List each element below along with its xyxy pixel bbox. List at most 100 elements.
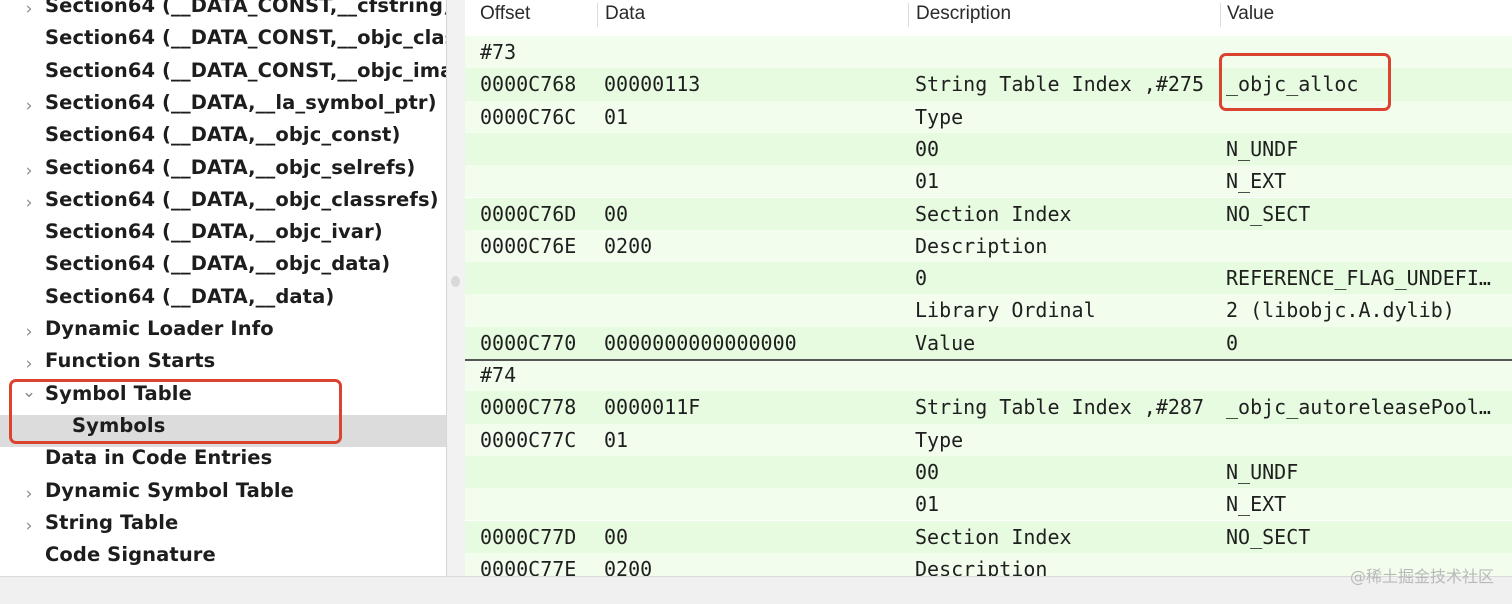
chevron-right-icon[interactable]: ›: [21, 0, 37, 19]
cell-description: String Table Index ,#287: [915, 395, 1204, 420]
sidebar-item[interactable]: › String Table: [0, 511, 446, 544]
cell-offset: [480, 133, 598, 165]
sidebar-item[interactable]: › Dynamic Loader Info: [0, 318, 446, 350]
cell-description: Type: [915, 104, 964, 129]
cell-description: Value: [915, 330, 976, 355]
sidebar-item-label: Section64 (__DATA,__objc_classrefs): [45, 187, 439, 211]
sidebar-item[interactable]: › Section64 (__DATA_CONST,__cfstring): [0, 0, 446, 27]
sidebar-item-label: Symbol Table: [45, 381, 192, 405]
table-row[interactable]: 01 N_EXT: [465, 488, 1512, 521]
cell-data: 00: [604, 201, 629, 226]
table-row[interactable]: 0000C768 00000113 String Table Index ,#275…: [465, 68, 1512, 101]
table-row[interactable]: 01 N_EXT: [465, 165, 1512, 198]
cell-offset: 0000C77D: [480, 524, 577, 549]
table-row[interactable]: 00 N_UNDF: [465, 455, 1512, 489]
chevron-right-icon[interactable]: ›: [21, 193, 37, 213]
chevron-right-icon[interactable]: ›: [21, 96, 37, 116]
table-row[interactable]: Library Ordinal 2 (libobjc.A.dylib): [465, 294, 1512, 327]
column-header-data[interactable]: Data: [605, 0, 645, 28]
sidebar-item-label: Code Signature: [45, 543, 216, 567]
chevron-right-icon[interactable]: ›: [21, 322, 37, 342]
cell-offset: [480, 488, 598, 520]
table-row[interactable]: 00 N_UNDF: [465, 132, 1512, 166]
table-row[interactable]: #74: [465, 359, 1512, 392]
cell-description: Description: [915, 233, 1048, 258]
cell-offset: #73: [480, 40, 517, 64]
sidebar-item[interactable]: Data in Code Entries: [0, 447, 446, 479]
cell-value: NO_SECT: [1226, 201, 1311, 226]
cell-value: REFERENCE_FLAG_UNDEFI…: [1226, 266, 1491, 291]
column-header-value[interactable]: Value: [1227, 0, 1274, 28]
cell-description: Section Index: [915, 201, 1072, 226]
column-header-offset[interactable]: Offset: [480, 0, 530, 28]
cell-offset: #74: [480, 363, 517, 387]
cell-offset: 0000C76D: [480, 201, 577, 226]
sidebar-item[interactable]: Code Signature: [0, 544, 446, 576]
column-separator[interactable]: [597, 3, 598, 27]
divider-grip-icon[interactable]: [451, 276, 460, 287]
sidebar-item-label: Symbols: [72, 413, 166, 437]
watermark: @稀土掘金技术社区: [1349, 567, 1494, 586]
table-row[interactable]: 0000C76E 0200 Description: [465, 229, 1512, 263]
cell-value: [1226, 230, 1510, 262]
cell-description: Type: [915, 427, 964, 452]
sidebar-item[interactable]: Symbols: [0, 413, 446, 447]
table-header: Offset Data Description Value: [465, 0, 1512, 37]
table-row[interactable]: 0000C76D 00 Section Index NO_SECT: [465, 197, 1512, 230]
column-header-description[interactable]: Description: [916, 0, 1011, 28]
split-view-divider[interactable]: [446, 0, 465, 576]
cell-description: Library Ordinal: [915, 298, 1096, 323]
sidebar-item[interactable]: ⌄ Symbol Table: [0, 381, 446, 415]
cell-data: 0200: [604, 556, 653, 576]
sidebar-item[interactable]: Section64 (__DATA,__objc_const): [0, 124, 446, 156]
sidebar-item-label: Section64 (__DATA,__objc_ivar): [45, 220, 383, 244]
chevron-right-icon[interactable]: ›: [21, 161, 37, 181]
sidebar-item-label: Section64 (__DATA_CONST,__cfstring): [45, 0, 446, 17]
cell-offset: 0000C77C: [480, 427, 577, 452]
sidebar-item-label: Data in Code Entries: [45, 446, 273, 470]
cell-data: [604, 133, 904, 165]
cell-value: 0: [1226, 330, 1239, 355]
cell-value: _objc_alloc: [1226, 72, 1359, 97]
cell-description: String Table Index ,#275: [915, 72, 1204, 97]
cell-data: [604, 456, 904, 488]
sidebar-item-label: Section64 (__DATA,__objc_selrefs): [45, 155, 416, 179]
cell-offset: 0000C77E: [480, 556, 577, 576]
sidebar-item[interactable]: › Section64 (__DATA,__la_symbol_ptr): [0, 91, 446, 124]
chevron-right-icon[interactable]: ›: [21, 354, 37, 374]
table-row[interactable]: 0 REFERENCE_FLAG_UNDEFI…: [465, 262, 1512, 295]
sidebar-item-label: Section64 (__DATA,__objc_const): [45, 123, 401, 147]
cell-offset: [480, 456, 598, 488]
cell-offset: [480, 294, 598, 326]
table-row[interactable]: 0000C778 0000011F String Table Index ,#287…: [465, 391, 1512, 424]
chevron-right-icon[interactable]: ›: [21, 484, 37, 504]
sidebar-item[interactable]: › Section64 (__DATA,__objc_selrefs): [0, 155, 446, 189]
sidebar-item-label: Section64 (__DATA_CONST,__objc_classlist…: [45, 26, 446, 50]
cell-description: 01: [915, 169, 940, 194]
sidebar-item[interactable]: › Function Starts: [0, 350, 446, 382]
sidebar-item[interactable]: › Dynamic Symbol Table: [0, 479, 446, 512]
table-row[interactable]: 0000C77D 00 Section Index NO_SECT: [465, 520, 1512, 553]
cell-description: 01: [915, 492, 940, 517]
sidebar-item[interactable]: Section64 (__DATA,__data): [0, 284, 446, 318]
cell-data: 0000000000000000: [604, 330, 797, 355]
column-separator[interactable]: [908, 3, 909, 27]
column-separator[interactable]: [1220, 3, 1221, 27]
table-row[interactable]: 0000C76C 01 Type: [465, 100, 1512, 133]
sidebar-item[interactable]: Section64 (__DATA_CONST,__objc_imageinfo…: [0, 59, 446, 92]
cell-value: [1226, 359, 1510, 391]
table-row[interactable]: #73: [465, 36, 1512, 69]
cell-data: 01: [604, 427, 629, 452]
table-row[interactable]: 0000C77C 01 Type: [465, 423, 1512, 456]
table-row[interactable]: 0000C770 0000000000000000 Value 0: [465, 326, 1512, 359]
cell-data: 01: [604, 104, 629, 129]
chevron-right-icon[interactable]: ›: [21, 516, 37, 536]
sidebar-item[interactable]: Section64 (__DATA,__objc_ivar): [0, 221, 446, 253]
chevron-down-icon[interactable]: ⌄: [21, 382, 37, 402]
cell-data: 0200: [604, 233, 653, 258]
cell-data: 00000113: [604, 72, 701, 97]
sidebar-item[interactable]: Section64 (__DATA_CONST,__objc_classlist…: [0, 27, 446, 59]
sidebar-item-label: Section64 (__DATA,__data): [45, 284, 335, 308]
sidebar-item[interactable]: › Section64 (__DATA,__objc_classrefs): [0, 187, 446, 221]
sidebar-item[interactable]: Section64 (__DATA,__objc_data): [0, 253, 446, 285]
